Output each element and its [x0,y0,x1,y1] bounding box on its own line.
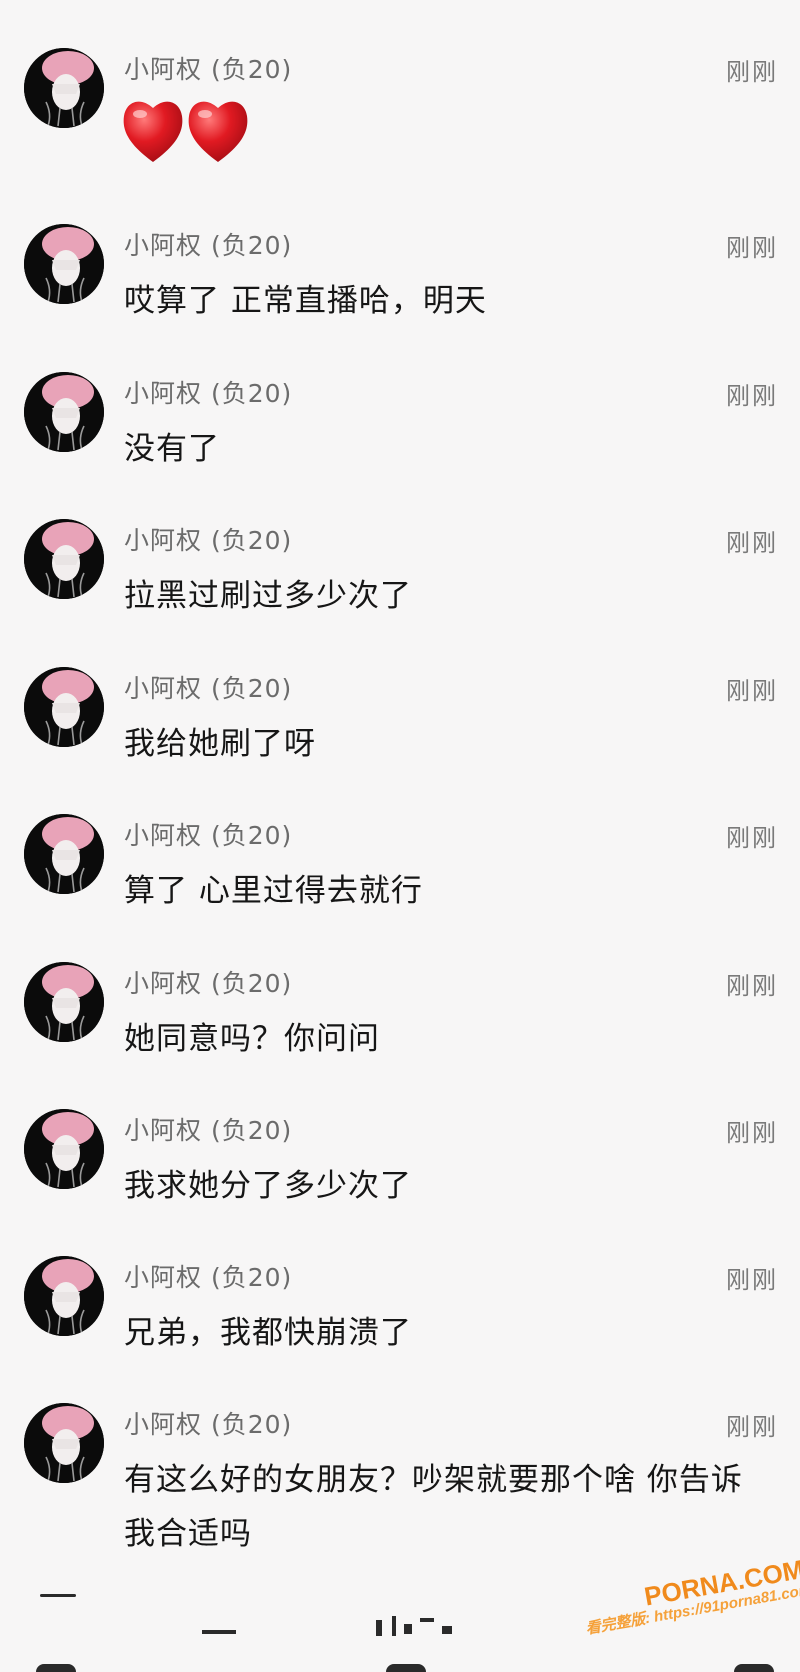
sender-name: 小阿权 (负20) [124,379,293,408]
message-time: 刚刚 [726,1119,778,1147]
message-text: 有这么好的女朋友？吵架就要那个啥 你告诉我合适吗 [124,1462,743,1552]
message-text: 哎算了 正常直播哈，明天 [124,283,487,319]
avatar-image [24,962,104,1042]
sender-name: 小阿权 (负20) [124,526,293,555]
message-time: 刚刚 [726,382,778,410]
message-text: 拉黑过刷过多少次了 [124,578,412,614]
message-time: 刚刚 [726,234,778,262]
hearts-emoji [123,101,248,162]
avatar[interactable] [24,1403,104,1483]
cut-off-bottom-icon [386,1664,426,1672]
chat-message[interactable]: 小阿权 (负20) 刚刚 算了 心里过得去就行 [0,814,800,924]
sender-name: 小阿权 (负20) [124,55,293,84]
cut-off-text-stroke [202,1630,236,1634]
chat-message[interactable]: 小阿权 (负20) 刚刚 没有了 [0,372,800,482]
cut-off-text-stroke [404,1624,412,1634]
chat-message[interactable]: 小阿权 (负20) 刚刚 哎算了 正常直播哈，明天 [0,224,800,334]
avatar[interactable] [24,1109,104,1189]
avatar-image [24,1403,104,1483]
chat-message[interactable]: 小阿权 (负20) 刚刚 她同意吗？你问问 [0,962,800,1072]
message-time: 刚刚 [726,972,778,1000]
avatar-image [24,372,104,452]
avatar[interactable] [24,48,104,128]
message-text: 我给她刷了呀 [124,726,316,762]
message-text: 算了 心里过得去就行 [124,873,423,909]
chat-message[interactable]: 小阿权 (负20) 刚刚 我求她分了多少次了 [0,1109,800,1219]
avatar-image [24,48,104,128]
cut-off-bottom-icon [734,1664,774,1672]
sender-name: 小阿权 (负20) [124,969,293,998]
avatar-image [24,814,104,894]
chat-message[interactable]: 小阿权 (负20) 刚刚 有这么好的女朋友？吵架就要那个啥 你告诉我合适吗 [0,1403,800,1553]
avatar[interactable] [24,224,104,304]
cut-off-text-stroke [392,1616,396,1636]
avatar-image [24,224,104,304]
avatar-image [24,519,104,599]
message-time: 刚刚 [726,824,778,852]
message-text: 兄弟，我都快崩溃了 [124,1315,412,1351]
sender-name: 小阿权 (负20) [124,231,293,260]
chat-message[interactable]: 小阿权 (负20) 刚刚 拉黑过刷过多少次了 [0,519,800,629]
sender-name: 小阿权 (负20) [124,674,293,703]
cut-off-text-stroke [376,1620,382,1636]
sender-name: 小阿权 (负20) [124,1116,293,1145]
chat-message-list[interactable]: 小阿权 (负20) 刚刚 小阿权 (负20) 刚刚 哎算了 正常直播哈，明天 小… [0,0,800,1672]
message-text: 我求她分了多少次了 [124,1168,412,1204]
avatar[interactable] [24,519,104,599]
cut-off-text-stroke [442,1626,452,1634]
site-watermark: PORNA.COM 看完整版: https://91porna81.com [584,1554,800,1662]
message-text: 她同意吗？你问问 [124,1021,380,1057]
chat-message[interactable]: 小阿权 (负20) 刚刚 [0,48,800,168]
message-time: 刚刚 [726,1413,778,1441]
avatar[interactable] [24,814,104,894]
sender-name: 小阿权 (负20) [124,1410,293,1439]
avatar-image [24,667,104,747]
chat-message[interactable]: 小阿权 (负20) 刚刚 我给她刷了呀 [0,667,800,777]
avatar-image [24,1256,104,1336]
cut-off-bottom-icon [36,1664,76,1672]
avatar-image [24,1109,104,1189]
message-time: 刚刚 [726,1266,778,1294]
avatar[interactable] [24,667,104,747]
message-text: 没有了 [124,431,220,467]
sender-name: 小阿权 (负20) [124,1263,293,1292]
sender-name: 小阿权 (负20) [124,821,293,850]
chat-message[interactable]: 小阿权 (负20) 刚刚 兄弟，我都快崩溃了 [0,1256,800,1366]
avatar[interactable] [24,962,104,1042]
message-time: 刚刚 [726,677,778,705]
cut-off-avatar-edge [40,1594,76,1597]
cut-off-text-stroke [420,1618,434,1622]
message-time: 刚刚 [726,58,778,86]
avatar[interactable] [24,1256,104,1336]
avatar[interactable] [24,372,104,452]
message-time: 刚刚 [726,529,778,557]
